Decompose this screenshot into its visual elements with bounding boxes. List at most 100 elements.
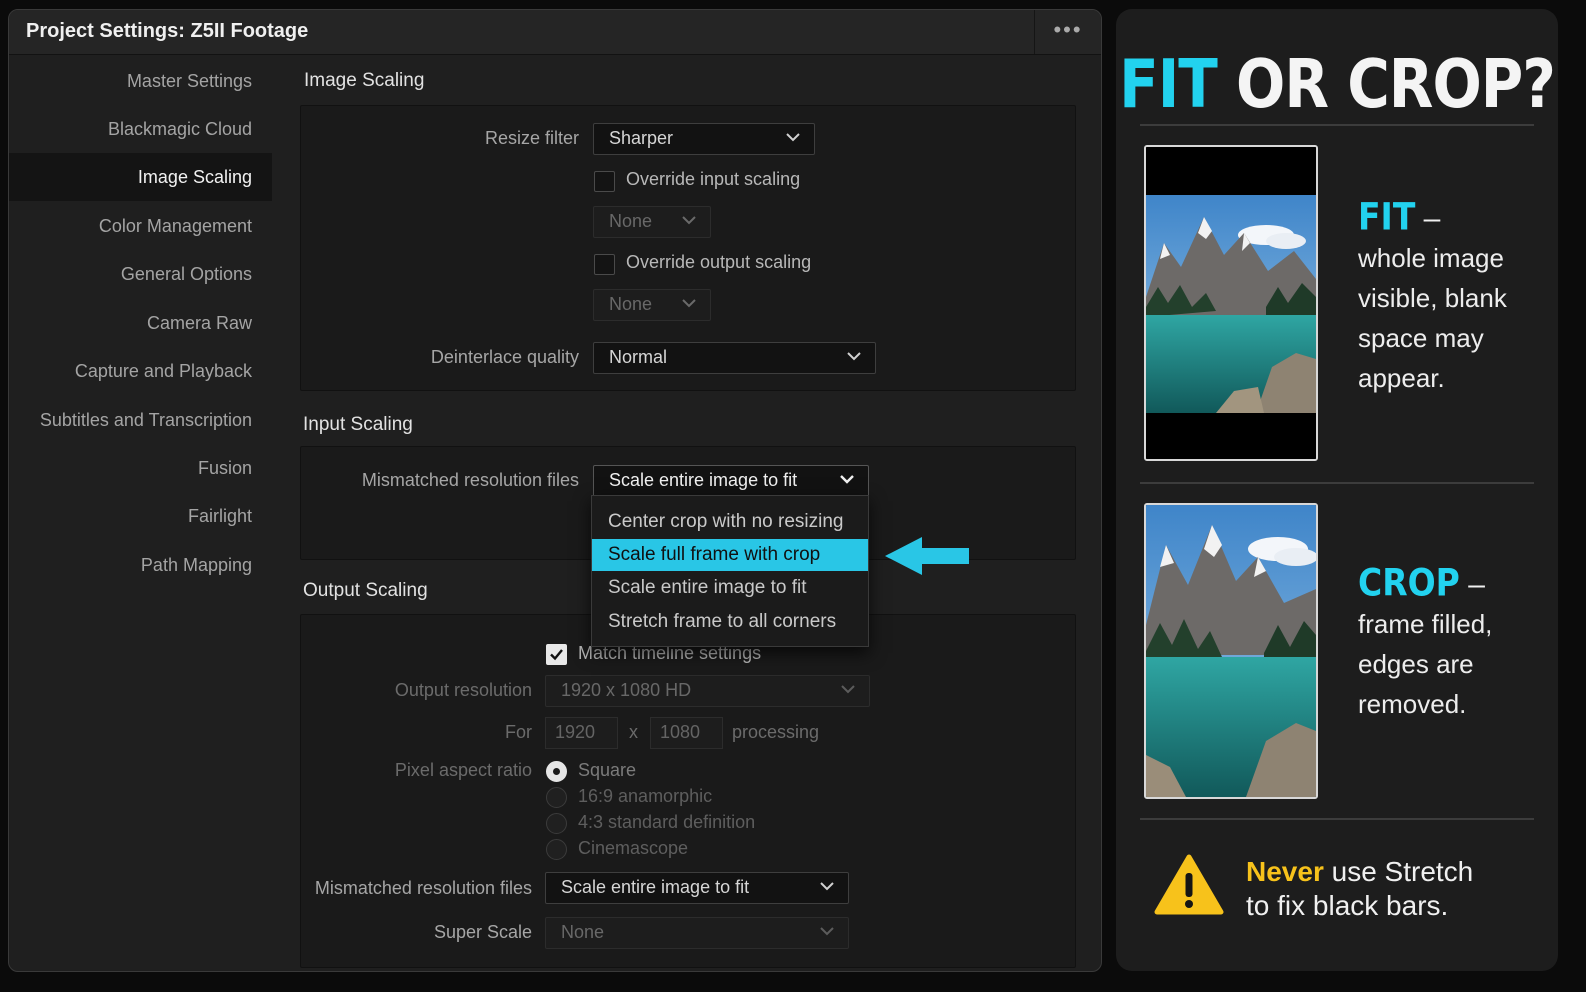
override-output-scaling-checkbox[interactable] xyxy=(594,254,615,275)
super-scale-dropdown[interactable]: None xyxy=(545,917,849,949)
warning-line1: use Stretch xyxy=(1323,856,1474,887)
radio-square-label: Square xyxy=(578,760,637,780)
project-settings-window: Project Settings: Z5II Footage ••• Maste… xyxy=(8,9,1102,972)
for-label: For xyxy=(505,722,532,742)
override-input-dropdown[interactable]: None xyxy=(593,206,711,238)
deinterlace-quality-value: Normal xyxy=(609,347,668,367)
sidebar-item-subtitles[interactable]: Subtitles and Transcription xyxy=(40,410,252,431)
output-mismatched-label: Mismatched resolution files xyxy=(314,878,532,898)
input-mismatched-label: Mismatched resolution files xyxy=(361,470,579,490)
warning-line2: to fix black bars. xyxy=(1246,890,1449,921)
headline-rest: OR CROP? xyxy=(1216,45,1556,124)
resize-filter-label: Resize filter xyxy=(484,128,579,148)
more-icon[interactable]: ••• xyxy=(1034,10,1101,54)
override-input-scaling-checkbox[interactable] xyxy=(594,171,615,192)
menu-item-label: Stretch frame to all corners xyxy=(608,611,837,632)
menu-item-label: Scale entire image to fit xyxy=(608,577,807,598)
checkmark-icon xyxy=(550,649,563,661)
crop-example-image xyxy=(1144,503,1318,799)
mismatched-resolution-menu: Center crop with no resizing Scale full … xyxy=(591,495,869,647)
output-mismatched-value: Scale entire image to fit xyxy=(561,877,750,897)
sidebar-item-general-options[interactable]: General Options xyxy=(121,264,252,285)
radio-standard-definition-label: 4:3 standard definition xyxy=(578,812,756,832)
output-resolution-dropdown[interactable]: 1920 x 1080 HD xyxy=(545,675,870,707)
deinterlace-quality-label: Deinterlace quality xyxy=(430,347,579,367)
sidebar-item-path-mapping[interactable]: Path Mapping xyxy=(141,555,252,576)
output-mismatched-dropdown[interactable]: Scale entire image to fit xyxy=(545,872,849,904)
chevron-down-icon xyxy=(682,216,696,225)
super-scale-label: Super Scale xyxy=(433,922,532,942)
pixel-aspect-label: Pixel aspect ratio xyxy=(394,760,532,780)
override-output-value: None xyxy=(609,294,653,314)
radio-square[interactable] xyxy=(546,761,567,782)
output-resolution-value: 1920 x 1080 HD xyxy=(561,680,692,700)
sidebar-item-fairlight[interactable]: Fairlight xyxy=(188,506,252,527)
radio-cinemascope[interactable] xyxy=(546,839,567,860)
height-value: 1080 xyxy=(660,722,701,742)
width-field[interactable]: 1920 xyxy=(545,717,618,749)
fit-example-image xyxy=(1144,145,1318,461)
override-input-scaling-label: Override input scaling xyxy=(626,169,801,189)
arrow-left-icon xyxy=(885,537,969,575)
crop-description: CROP – frame filled, edges are removed. xyxy=(1358,560,1548,724)
divider xyxy=(1140,818,1534,820)
warning-icon xyxy=(1154,854,1224,915)
divider xyxy=(1140,482,1534,484)
sidebar-item-capture-playback[interactable]: Capture and Playback xyxy=(75,361,252,382)
settings-sidebar: Master Settings Blackmagic Cloud Image S… xyxy=(9,55,272,971)
dimension-x-label: x xyxy=(629,722,638,742)
section-title-output-scaling: Output Scaling xyxy=(303,580,428,601)
menu-item-scale-entire-fit[interactable]: Scale entire image to fit xyxy=(592,572,868,604)
sidebar-item-color-management[interactable]: Color Management xyxy=(99,216,252,237)
fit-or-crop-panel: FIT OR CROP? FIT – whole image visible, … xyxy=(1116,9,1558,971)
sidebar-item-master-settings[interactable]: Master Settings xyxy=(127,71,252,92)
radio-cinemascope-label: Cinemascope xyxy=(578,838,689,858)
override-output-scaling-label: Override output scaling xyxy=(626,252,812,272)
chevron-down-icon xyxy=(840,475,854,484)
override-output-dropdown[interactable]: None xyxy=(593,289,711,321)
radio-anamorphic-label: 16:9 anamorphic xyxy=(578,786,713,806)
sidebar-item-fusion[interactable]: Fusion xyxy=(198,458,252,479)
chevron-down-icon xyxy=(820,882,834,891)
deinterlace-quality-dropdown[interactable]: Normal xyxy=(593,342,876,374)
fit-description: FIT – whole image visible, blank space m… xyxy=(1358,194,1548,398)
fit-term: FIT xyxy=(1358,194,1416,239)
override-input-value: None xyxy=(609,211,653,231)
section-title-image-scaling: Image Scaling xyxy=(304,70,425,91)
fit-description-text: whole image visible, blank space may app… xyxy=(1358,243,1507,393)
chevron-down-icon xyxy=(820,927,834,936)
super-scale-value: None xyxy=(561,922,605,942)
warning-text: Never use Stretch to fix black bars. xyxy=(1246,855,1473,923)
fit-dash: – xyxy=(1415,202,1441,235)
input-mismatched-dropdown[interactable]: Scale entire image to fit xyxy=(593,465,869,497)
menu-item-stretch-corners[interactable]: Stretch frame to all corners xyxy=(592,606,868,638)
menu-item-label: Scale full frame with crop xyxy=(608,544,821,565)
radio-standard-definition[interactable] xyxy=(546,813,567,834)
processing-label: processing xyxy=(732,722,820,742)
width-value: 1920 xyxy=(555,722,596,742)
divider xyxy=(1140,124,1534,126)
chevron-down-icon xyxy=(682,299,696,308)
crop-dash: – xyxy=(1459,568,1485,601)
resize-filter-dropdown[interactable]: Sharper xyxy=(593,123,815,155)
sidebar-item-blackmagic-cloud[interactable]: Blackmagic Cloud xyxy=(108,119,252,140)
title-bar: Project Settings: Z5II Footage ••• xyxy=(9,10,1101,55)
sidebar-item-camera-raw[interactable]: Camera Raw xyxy=(147,313,252,334)
crop-description-text: frame filled, edges are removed. xyxy=(1358,609,1493,719)
radio-anamorphic[interactable] xyxy=(546,787,567,808)
crop-landscape-illustration xyxy=(1146,505,1316,797)
sidebar-item-image-scaling[interactable]: Image Scaling xyxy=(138,167,252,188)
match-timeline-checkbox[interactable] xyxy=(546,644,567,665)
menu-item-label: Center crop with no resizing xyxy=(608,511,844,532)
crop-term: CROP xyxy=(1358,560,1460,605)
warning-emphasis: Never xyxy=(1246,856,1324,887)
input-mismatched-value: Scale entire image to fit xyxy=(609,470,798,490)
height-field[interactable]: 1080 xyxy=(650,717,723,749)
menu-item-scale-full-frame-crop[interactable]: Scale full frame with crop xyxy=(592,539,868,571)
chevron-down-icon xyxy=(841,685,855,694)
chevron-down-icon xyxy=(786,133,800,142)
resize-filter-value: Sharper xyxy=(609,128,674,148)
fit-landscape-illustration xyxy=(1146,147,1316,459)
output-resolution-label: Output resolution xyxy=(394,680,532,700)
menu-item-center-crop[interactable]: Center crop with no resizing xyxy=(592,506,868,538)
